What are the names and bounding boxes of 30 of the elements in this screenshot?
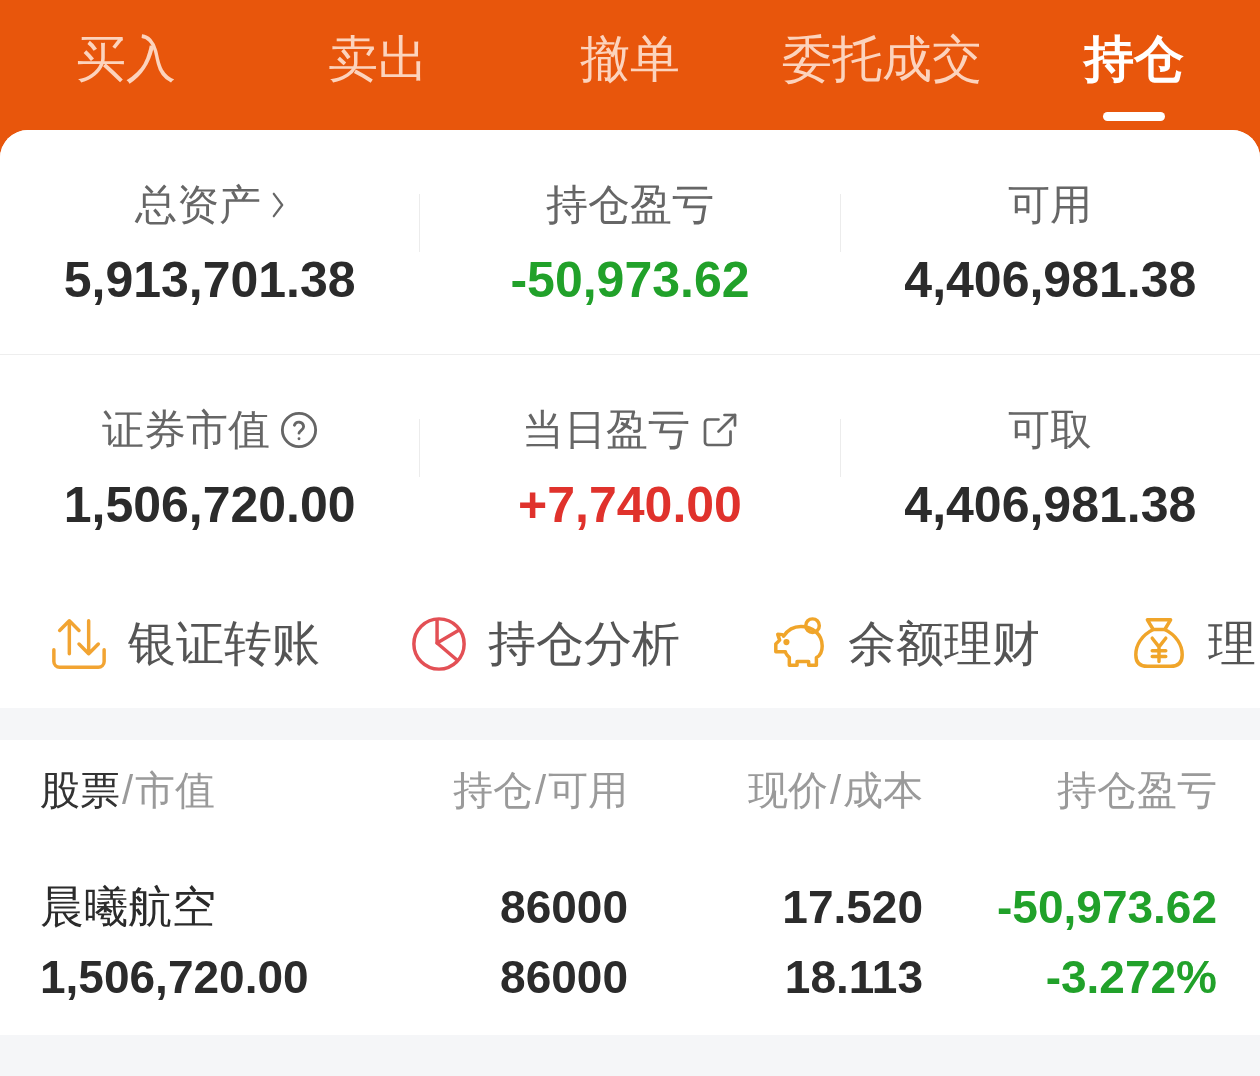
- shortcut-link[interactable]: 持仓分析: [488, 614, 680, 674]
- cost-price: 18.113: [784, 950, 923, 1005]
- shortcut-link[interactable]: 余额理财: [848, 614, 1040, 674]
- profit-loss-percent: -3.272%: [1045, 950, 1217, 1005]
- summary-label: 持仓盈亏: [546, 180, 714, 230]
- summary-label: 可用: [1008, 180, 1093, 230]
- pie-chart-icon: [410, 615, 468, 673]
- help-icon[interactable]: [279, 411, 318, 449]
- summary-label[interactable]: 当日盈亏: [522, 405, 690, 455]
- current-price: 17.520: [782, 880, 923, 935]
- summary-value: +7,740.00: [518, 476, 742, 535]
- position-quantity: 86000: [500, 880, 628, 935]
- stock-name: 晨曦航空: [40, 881, 216, 933]
- summary-value: 5,913,701.38: [63, 251, 356, 310]
- summary-label: 可取: [1008, 405, 1093, 455]
- summary-label[interactable]: 总资产: [134, 180, 261, 230]
- shortcut-link[interactable]: 银证转账: [128, 614, 320, 674]
- summary-value: 4,406,981.38: [904, 251, 1197, 310]
- external-link-icon[interactable]: [702, 412, 738, 448]
- summary-label[interactable]: 证券市值: [101, 405, 270, 455]
- summary-value: 4,406,981.38: [904, 476, 1197, 535]
- chevron-right-icon[interactable]: [270, 191, 285, 219]
- summary-value: 1,506,720.00: [63, 476, 356, 535]
- tab[interactable]: 持仓: [1080, 0, 1188, 124]
- column-header[interactable]: 股票/市值: [40, 765, 216, 815]
- market-value: 1,506,720.00: [40, 950, 309, 1005]
- available-quantity: 86000: [500, 950, 628, 1005]
- summary-value: -50,973.62: [510, 251, 750, 310]
- profit-loss-amount: -50,973.62: [997, 880, 1217, 935]
- shortcut-link[interactable]: 理: [1208, 614, 1256, 674]
